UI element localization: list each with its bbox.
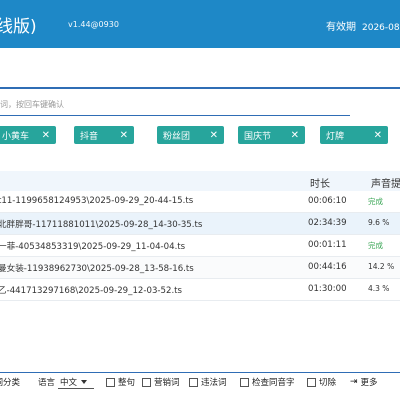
file-name: 乙-441713297168\2025-09-29_12-03-52.ts (0, 286, 183, 296)
checkbox-label: 检查同音字 (252, 378, 295, 388)
file-name: t11-1199658124953\2025-09-29_20-44-15.ts (0, 196, 194, 206)
keyword-chip[interactable]: 粉丝团 ✕ (157, 126, 224, 144)
keyword-input-underline (0, 115, 350, 116)
validity-label: 有效期 (326, 22, 356, 33)
bottom-divider (0, 372, 400, 373)
language-value: 中文 (60, 378, 78, 388)
status: 9.6 % (368, 218, 390, 227)
status: 4.3 % (368, 284, 390, 293)
title-bar: 线版) v1.44@0930 有效期 2026-08-3 (0, 0, 400, 48)
top-input-field[interactable] (0, 62, 400, 86)
checkbox-label: 切除 (319, 378, 337, 388)
checkbox-cut[interactable]: 切除 (307, 376, 336, 388)
top-input-underline (0, 87, 400, 89)
chip-label: 抖音 (80, 131, 99, 142)
checkbox-label: 营销词 (154, 378, 180, 388)
keyword-chip[interactable]: 小黄车 ✕ (0, 126, 56, 144)
status: 14.2 % (368, 262, 395, 271)
status: 完成 (368, 241, 383, 250)
file-name: 曼女装-11938962730\2025-09-28_13-58-16.ts (0, 264, 194, 274)
table-row[interactable]: t11-1199658124953\2025-09-29_20-44-15.ts… (0, 191, 400, 213)
status: 完成 (368, 197, 383, 206)
duration: 00:06:10 (308, 196, 347, 206)
duration: 02:34:39 (308, 218, 347, 228)
more-button[interactable]: ⇥ 更多 (350, 376, 378, 388)
bottom-toolbar: 违词分类 语言 中文 整句 营销词 违法词 检查同音字 切除 ⇥更多 (0, 376, 400, 390)
table-header: 时长 声音提 (0, 171, 400, 191)
chip-label: 国庆节 (244, 131, 272, 142)
close-icon[interactable]: ✕ (210, 130, 218, 141)
duration: 00:01:11 (308, 240, 347, 250)
app-version: v1.44@0930 (68, 20, 119, 29)
close-icon[interactable]: ✕ (374, 130, 382, 141)
keyword-chip[interactable]: 灯牌 ✕ (320, 126, 388, 144)
language-select[interactable]: 中文 (60, 376, 88, 388)
table-row[interactable]: 乙-441713297168\2025-09-29_12-03-52.ts 01… (0, 279, 400, 301)
table-row[interactable]: 一菲-40534853319\2025-09-29_11-04-04.ts 00… (0, 235, 400, 257)
file-name: 北胖胖哥-11711881011\2025-09-28_14-30-35.ts (0, 220, 203, 230)
checkbox-box[interactable] (189, 377, 198, 387)
checkbox-label: 整句 (118, 378, 136, 388)
language-select-underline (58, 388, 94, 389)
close-icon[interactable]: ✕ (291, 130, 299, 141)
checkbox-illegal[interactable]: 违法词 (189, 376, 227, 388)
column-header-duration[interactable]: 时长 (310, 175, 330, 190)
close-icon[interactable]: ✕ (42, 130, 50, 141)
keyword-chip[interactable]: 抖音 ✕ (74, 126, 134, 144)
word-class-button[interactable]: 违词分类 (0, 376, 20, 388)
file-name: 一菲-40534853319\2025-09-29_11-04-04.ts (0, 242, 186, 252)
checkbox-box[interactable] (106, 377, 115, 387)
checkbox-homophone[interactable]: 检查同音字 (240, 376, 295, 388)
keyword-input[interactable] (0, 95, 348, 113)
validity-info: 有效期 2026-08-3 (326, 18, 400, 33)
more-label: 更多 (360, 378, 378, 388)
more-icon: ⇥ (350, 377, 358, 387)
table-row[interactable]: 曼女装-11938962730\2025-09-28_13-58-16.ts 0… (0, 257, 400, 279)
checkbox-box[interactable] (307, 377, 316, 387)
app-title: 线版) (0, 17, 37, 37)
chip-label: 灯牌 (326, 131, 345, 142)
table-row[interactable]: 北胖胖哥-11711881011\2025-09-28_14-30-35.ts … (0, 213, 400, 235)
chevron-down-icon (81, 380, 88, 384)
duration: 00:44:16 (308, 262, 347, 272)
duration: 01:30:00 (308, 284, 347, 294)
checkbox-sentence[interactable]: 整句 (106, 376, 135, 388)
close-icon[interactable]: ✕ (120, 130, 128, 141)
column-header-voice[interactable]: 声音提 (371, 175, 400, 190)
checkbox-box[interactable] (240, 377, 249, 387)
checkbox-box[interactable] (142, 377, 151, 387)
language-label: 语言 (38, 378, 56, 388)
chip-label: 小黄车 (2, 131, 30, 142)
checkbox-label: 违法词 (201, 378, 227, 388)
chip-label: 粉丝团 (163, 131, 191, 142)
keyword-chip[interactable]: 国庆节 ✕ (238, 126, 305, 144)
validity-date: 2026-08-3 (362, 23, 400, 33)
checkbox-marketing[interactable]: 营销词 (142, 376, 180, 388)
